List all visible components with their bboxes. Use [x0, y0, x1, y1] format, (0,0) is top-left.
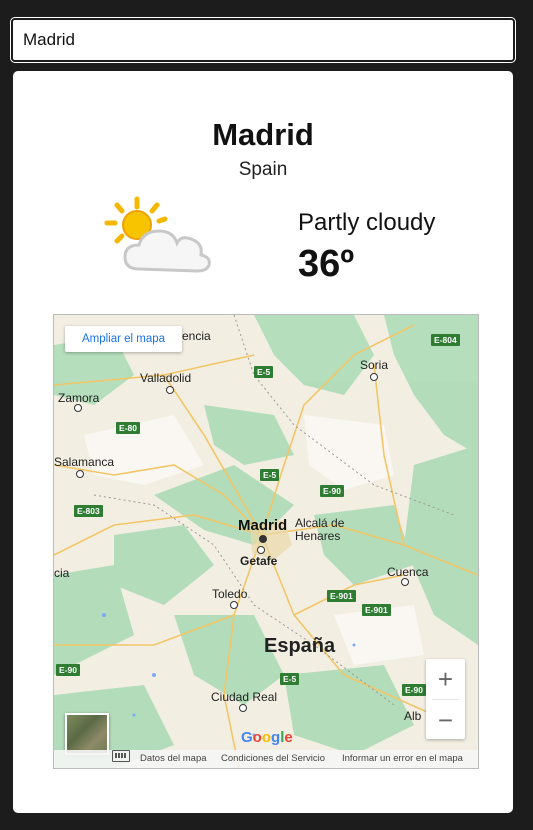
map-city-dot — [74, 404, 82, 412]
search-box[interactable] — [10, 17, 516, 63]
map-label-madrid: Madrid — [238, 517, 288, 534]
weather-card: Madrid Spain Partly cloudy 36º encia Val… — [13, 71, 513, 813]
map-footer: Datos del mapa Condiciones del Servicio … — [54, 750, 478, 768]
google-logo: Google — [241, 729, 293, 746]
road-sign: E-5 — [260, 469, 280, 481]
map-city-dot — [230, 601, 238, 609]
road-sign: E-90 — [320, 485, 344, 497]
road-sign: E-804 — [431, 334, 460, 346]
map-city-dot — [239, 704, 247, 712]
map-label-soria: Soria — [360, 358, 389, 372]
map-label-alcala: Alcalá de Henares — [295, 516, 345, 543]
map-label-ciudad-real: Ciudad Real — [211, 690, 278, 704]
map-label-espana: España — [264, 635, 336, 657]
report-error-link[interactable]: Informar un error en el mapa — [342, 750, 463, 768]
road-sign: E-90 — [402, 684, 426, 696]
map-capital-dot — [259, 535, 267, 543]
road-sign: E-90 — [56, 664, 80, 676]
zoom-control: + − — [426, 659, 465, 739]
road-sign: E-901 — [327, 590, 356, 602]
map-label-zamora: Zamora — [58, 391, 100, 405]
road-sign: E-80 — [116, 422, 140, 434]
embedded-map[interactable]: encia Valladolid Zamora Soria Salamanca … — [53, 314, 479, 769]
map-data-link[interactable]: Datos del mapa — [140, 750, 207, 768]
road-sign: E-803 — [74, 505, 103, 517]
country-name: Spain — [238, 159, 288, 180]
map-label-getafe: Getafe — [240, 554, 278, 568]
satellite-toggle-button[interactable] — [65, 713, 109, 755]
map-label-salamanca: Salamanca — [54, 455, 115, 469]
enlarge-map-link[interactable]: Ampliar el mapa — [65, 326, 182, 352]
map-label-albacete: Alb — [404, 709, 422, 723]
map-label-valencia: encia — [182, 329, 211, 343]
terms-link[interactable]: Condiciones del Servicio — [221, 750, 325, 768]
map-city-dot — [370, 373, 378, 381]
zoom-in-button[interactable]: + — [426, 659, 465, 699]
map-city-dot — [166, 386, 174, 394]
road-sign: E-5 — [254, 366, 274, 378]
city-name: Madrid — [212, 117, 314, 152]
map-label-toledo: Toledo — [212, 587, 248, 601]
map-city-dot — [401, 578, 409, 586]
map-city-dot — [257, 546, 265, 554]
road-sign: E-5 — [280, 673, 300, 685]
keyboard-icon[interactable] — [112, 750, 130, 762]
partly-cloudy-icon — [104, 196, 211, 273]
map-label-valladolid: Valladolid — [140, 371, 192, 385]
temperature: 36º — [298, 243, 355, 285]
weather-condition: Partly cloudy — [298, 209, 436, 236]
map-label-cuenca: Cuenca — [387, 565, 429, 579]
map-label-cia: cia — [54, 566, 70, 580]
zoom-out-button[interactable]: − — [426, 700, 465, 740]
search-input[interactable] — [13, 20, 513, 60]
road-sign: E-901 — [362, 604, 391, 616]
map-city-dot — [76, 470, 84, 478]
